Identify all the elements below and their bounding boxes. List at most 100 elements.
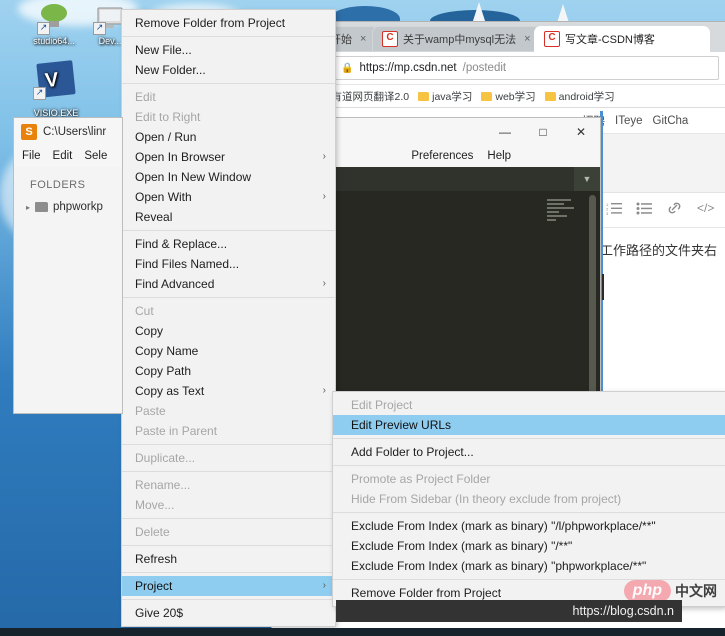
bookmark-item[interactable]: java学习 <box>418 89 472 104</box>
browser-tab[interactable]: C 关于wamp中mysql无法 × <box>372 26 540 52</box>
desktop-icon-studio64[interactable]: ↗ studio64... <box>22 2 86 46</box>
menu-item-delete: Delete <box>122 522 335 542</box>
bookmark-item[interactable]: web学习 <box>481 89 536 104</box>
submenu-item-add-folder-to-project[interactable]: Add Folder to Project... <box>333 442 725 462</box>
menu-item-copy-name[interactable]: Copy Name <box>122 341 335 361</box>
menu-item-project[interactable]: Project › <box>122 576 335 596</box>
sidebar-item-phpworkplace[interactable]: ▸ phpworkp <box>14 191 122 213</box>
menu-item-new-folder[interactable]: New Folder... <box>122 60 335 80</box>
menu-item-reveal[interactable]: Reveal <box>122 207 335 227</box>
bookmarks-bar: 索一下 有道网页翻译2.0 java学习 web学习 android学习 <box>272 85 725 108</box>
code-minimap[interactable] <box>545 191 578 413</box>
bookmark-label: java学习 <box>432 90 473 103</box>
minimap-row <box>547 211 559 213</box>
desktop-icon-visio[interactable]: V ↗ VISIO.EXE <box>24 58 88 118</box>
minimap-row <box>547 199 571 201</box>
menu-item-help[interactable]: Help <box>487 150 511 162</box>
php-logo: php <box>623 580 671 602</box>
menu-item-selection[interactable]: Sele <box>84 150 107 162</box>
submenu-item-exclude-from-index-1[interactable]: Exclude From Index (mark as binary) "/l/… <box>333 516 725 536</box>
menu-item-find-and-replace[interactable]: Find & Replace... <box>122 234 335 254</box>
menu-item-label: Copy Path <box>135 364 192 378</box>
menu-item-label: Copy <box>135 324 164 338</box>
sidebar-header-folders: FOLDERS <box>30 179 86 191</box>
bookmark-label: android学习 <box>558 90 615 103</box>
sidebar-item-label: phpworkp <box>53 201 103 213</box>
folder-icon <box>418 91 430 101</box>
submenu-item-label: Edit Project <box>351 398 413 412</box>
ordered-list-icon[interactable]: 123 <box>606 201 622 220</box>
menu-item-cut: Cut <box>122 301 335 321</box>
menu-item-edit[interactable]: Edit <box>53 150 73 162</box>
menu-item-label: Give 20$ <box>135 606 184 620</box>
svg-text:</>: </> <box>697 201 714 215</box>
folder-icon <box>35 202 49 212</box>
submenu-item-exclude-from-index-3[interactable]: Exclude From Index (mark as binary) "php… <box>333 556 725 576</box>
context-menu: Remove Folder from Project New File... N… <box>122 10 335 626</box>
chrome-toolbar: ← → ↻ 🔒 https://mp.csdn.net/postedit <box>272 52 725 85</box>
minimap-row <box>547 207 574 209</box>
menu-item-duplicate: Duplicate... <box>122 448 335 468</box>
svg-text:3: 3 <box>606 211 609 215</box>
menu-item-label: Project <box>135 579 173 593</box>
vertical-scrollbar[interactable] <box>589 195 596 395</box>
tab-close-icon[interactable]: × <box>357 33 366 45</box>
chevron-right-icon: › <box>322 278 326 289</box>
submenu-item-label: Exclude From Index (mark as binary) "/l/… <box>351 519 656 533</box>
menu-item-label: Cut <box>135 304 154 318</box>
menu-item-file[interactable]: File <box>22 150 41 162</box>
chevron-down-icon[interactable]: ▼ <box>574 167 600 191</box>
menu-item-label: Move... <box>135 498 175 512</box>
bookmark-label: web学习 <box>495 90 536 103</box>
minimize-button[interactable]: — <box>486 118 524 145</box>
menu-separator <box>122 83 335 84</box>
menu-separator <box>333 512 725 513</box>
menu-separator <box>122 545 335 546</box>
menu-item-label: Copy as Text <box>135 384 205 398</box>
csdn-nav-item-gitchat[interactable]: GitCha <box>653 115 689 127</box>
submenu-item-label: Exclude From Index (mark as binary) "php… <box>351 559 647 573</box>
maximize-button[interactable]: □ <box>524 118 562 145</box>
submenu-item-edit-preview-urls[interactable]: Edit Preview URLs <box>333 415 725 435</box>
menu-item-find-advanced[interactable]: Find Advanced › <box>122 274 335 294</box>
address-bar[interactable]: 🔒 https://mp.csdn.net/postedit <box>332 56 719 80</box>
menu-item-label: Find & Replace... <box>135 237 228 251</box>
php-watermark: php 中文网 <box>623 580 717 602</box>
menu-item-find-files-named[interactable]: Find Files Named... <box>122 254 335 274</box>
desktop-icon-label: VISIO.EXE <box>33 108 79 118</box>
menu-separator <box>333 438 725 439</box>
menu-item-refresh[interactable]: Refresh <box>122 549 335 569</box>
menu-item-copy[interactable]: Copy <box>122 321 335 341</box>
submenu-item-exclude-from-index-2[interactable]: Exclude From Index (mark as binary) "/**… <box>333 536 725 556</box>
menu-item-open-in-browser[interactable]: Open In Browser › <box>122 147 335 167</box>
menu-item-label: Open In Browser <box>135 150 226 164</box>
menu-item-new-file[interactable]: New File... <box>122 40 335 60</box>
menu-item-open-run[interactable]: Open / Run <box>122 127 335 147</box>
link-icon[interactable] <box>666 201 683 220</box>
menu-item-open-in-new-window[interactable]: Open In New Window <box>122 167 335 187</box>
browser-tab-active[interactable]: C 写文章-CSDN博客 <box>534 26 710 52</box>
menu-item-give-20[interactable]: Give 20$ <box>122 603 335 623</box>
menu-item-copy-as-text[interactable]: Copy as Text › <box>122 381 335 401</box>
menu-separator <box>122 518 335 519</box>
unordered-list-icon[interactable] <box>636 201 652 220</box>
close-button[interactable]: ✕ <box>562 118 600 145</box>
sailboat-icon <box>472 2 486 24</box>
menu-item-preferences[interactable]: Preferences <box>411 150 473 162</box>
menu-item-label: Delete <box>135 525 170 539</box>
code-icon[interactable]: </> <box>697 201 715 220</box>
menu-item-open-with[interactable]: Open With › <box>122 187 335 207</box>
sublime-title-bar-left: S C:\Users\linr <box>14 118 122 145</box>
menu-item-label: Duplicate... <box>135 451 196 465</box>
menu-item-paste-in-parent: Paste in Parent <box>122 421 335 441</box>
menu-item-rename: Rename... <box>122 475 335 495</box>
menu-item-copy-path[interactable]: Copy Path <box>122 361 335 381</box>
menu-item-paste: Paste <box>122 401 335 421</box>
csdn-nav-item-iteye[interactable]: ITeye <box>615 115 643 127</box>
tab-close-icon[interactable]: × <box>521 33 530 45</box>
menu-item-remove-folder-from-project[interactable]: Remove Folder from Project <box>122 13 335 33</box>
chevron-right-icon[interactable]: ▸ <box>26 203 30 212</box>
csdn-favicon: C <box>382 31 398 47</box>
bookmark-item[interactable]: android学习 <box>544 89 615 104</box>
submenu-item-label: Edit Preview URLs <box>351 418 452 432</box>
